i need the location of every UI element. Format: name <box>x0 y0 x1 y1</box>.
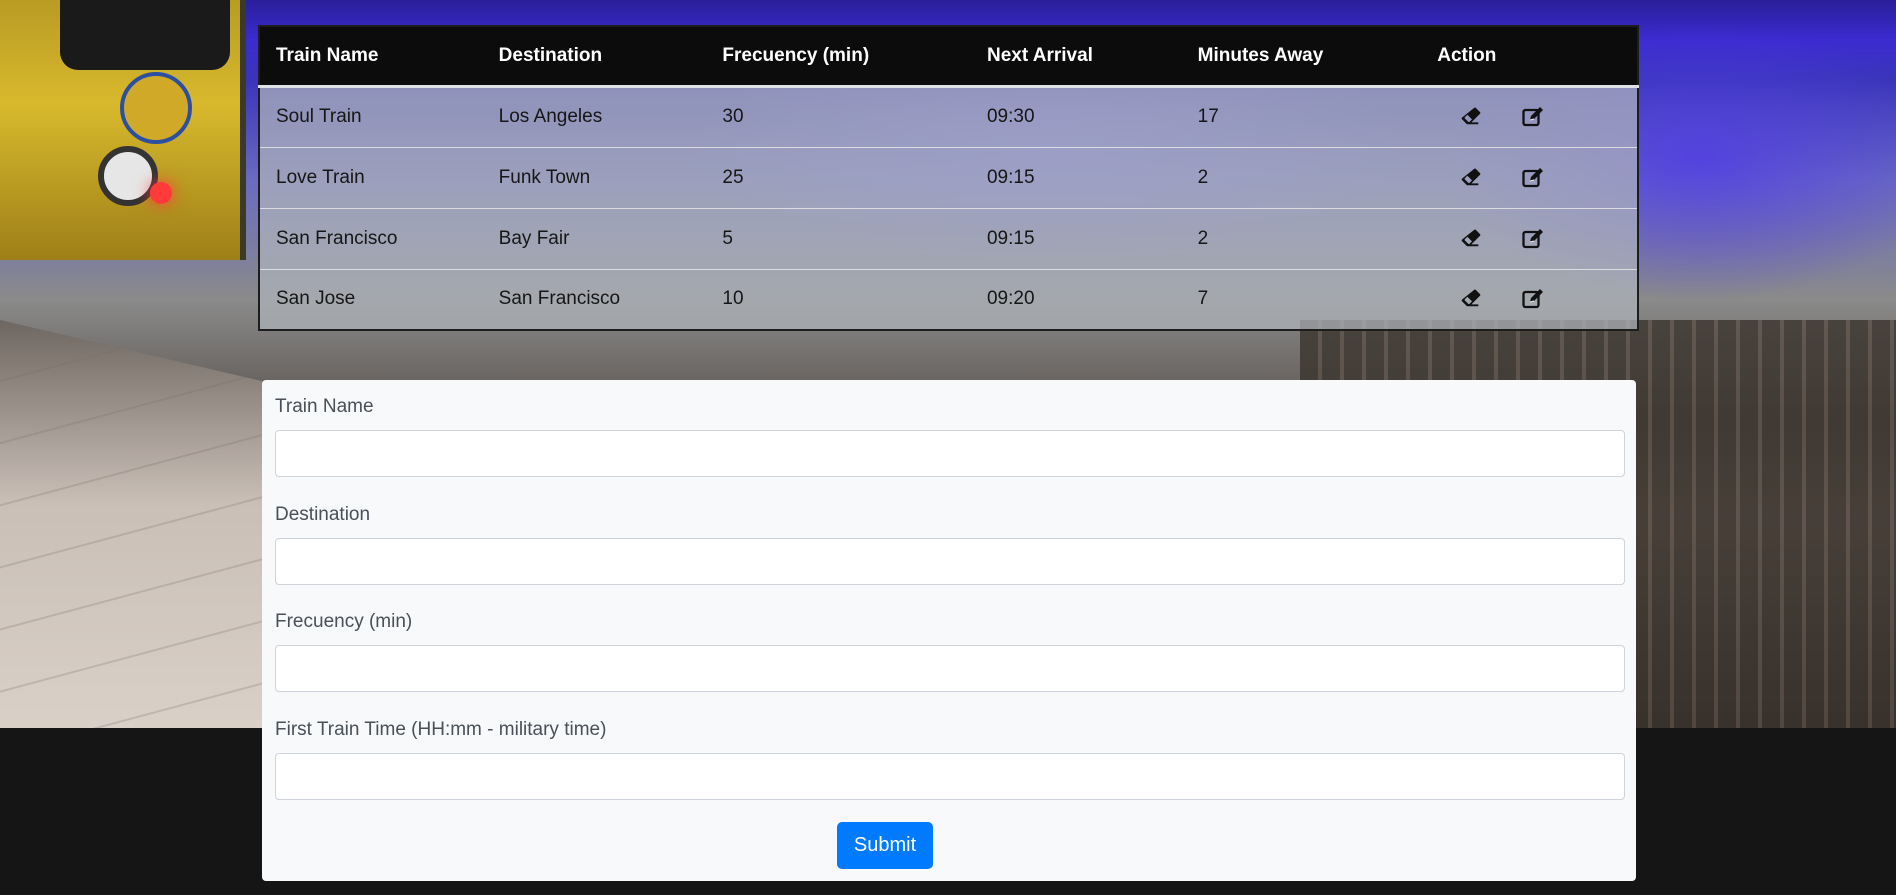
destination-input[interactable] <box>275 538 1625 585</box>
background-train <box>0 0 246 260</box>
header-next-arrival: Next Arrival <box>970 26 1182 88</box>
table-header-row: Train Name Destination Frecuency (min) N… <box>259 26 1638 88</box>
train-window <box>60 0 230 70</box>
cell-next-arrival: 09:30 <box>970 85 1182 147</box>
add-train-form: Train Name Destination Frecuency (min) F… <box>262 380 1636 881</box>
first-train-group: First Train Time (HH:mm - military time) <box>275 719 1625 800</box>
edit-icon[interactable] <box>1521 287 1547 311</box>
cell-minutes-away: 17 <box>1181 85 1422 147</box>
table-row: San Jose San Francisco 10 09:20 7 <box>259 268 1638 330</box>
cell-edit-action <box>1521 268 1638 330</box>
train-name-group: Train Name <box>275 396 1625 477</box>
first-train-input[interactable] <box>275 753 1625 800</box>
table-row: San Francisco Bay Fair 5 09:15 2 <box>259 207 1638 269</box>
cell-destination: Bay Fair <box>482 207 707 269</box>
header-destination: Destination <box>482 26 707 88</box>
edit-icon[interactable] <box>1521 227 1547 251</box>
cell-frequency: 10 <box>706 268 971 330</box>
cell-minutes-away: 2 <box>1181 207 1422 269</box>
cell-delete-action <box>1421 207 1522 269</box>
eraser-icon[interactable] <box>1458 287 1484 311</box>
frequency-label: Frecuency (min) <box>275 611 413 632</box>
train-taillight <box>150 182 172 204</box>
train-schedule-table: Train Name Destination Frecuency (min) N… <box>258 25 1639 331</box>
cell-edit-action <box>1521 207 1638 269</box>
header-action-spacer <box>1521 26 1638 88</box>
eraser-icon[interactable] <box>1458 227 1484 251</box>
frequency-group: Frecuency (min) <box>275 611 1625 692</box>
cell-minutes-away: 2 <box>1181 146 1422 208</box>
edit-icon[interactable] <box>1521 105 1547 129</box>
submit-button[interactable]: Submit <box>837 822 933 869</box>
edit-icon[interactable] <box>1521 166 1547 190</box>
header-train-name: Train Name <box>259 26 483 88</box>
cell-next-arrival: 09:15 <box>970 207 1182 269</box>
eraser-icon[interactable] <box>1458 105 1484 129</box>
cell-edit-action <box>1521 146 1638 208</box>
cell-destination: Funk Town <box>482 146 707 208</box>
cell-destination: San Francisco <box>482 268 707 330</box>
cell-frequency: 25 <box>706 146 971 208</box>
train-name-input[interactable] <box>275 430 1625 477</box>
cell-frequency: 5 <box>706 207 971 269</box>
cell-train-name: Love Train <box>259 146 483 208</box>
header-frequency: Frecuency (min) <box>706 26 971 88</box>
cell-frequency: 30 <box>706 85 971 147</box>
cell-minutes-away: 7 <box>1181 268 1422 330</box>
cell-delete-action <box>1421 85 1522 147</box>
frequency-input[interactable] <box>275 645 1625 692</box>
cell-next-arrival: 09:20 <box>970 268 1182 330</box>
table-row: Soul Train Los Angeles 30 09:30 17 <box>259 85 1638 147</box>
cell-train-name: San Jose <box>259 268 483 330</box>
header-action: Action <box>1421 26 1522 88</box>
cell-next-arrival: 09:15 <box>970 146 1182 208</box>
destination-label: Destination <box>275 504 371 525</box>
train-headlight <box>98 146 158 206</box>
cell-delete-action <box>1421 146 1522 208</box>
eraser-icon[interactable] <box>1458 166 1484 190</box>
header-minutes-away: Minutes Away <box>1181 26 1422 88</box>
cell-destination: Los Angeles <box>482 85 707 147</box>
table-row: Love Train Funk Town 25 09:15 2 <box>259 146 1638 208</box>
train-name-label: Train Name <box>275 396 374 417</box>
cell-train-name: Soul Train <box>259 85 483 147</box>
cell-delete-action <box>1421 268 1522 330</box>
destination-group: Destination <box>275 504 1625 585</box>
cell-train-name: San Francisco <box>259 207 483 269</box>
first-train-label: First Train Time (HH:mm - military time) <box>275 719 607 740</box>
train-logo <box>120 72 192 144</box>
cell-edit-action <box>1521 85 1638 147</box>
